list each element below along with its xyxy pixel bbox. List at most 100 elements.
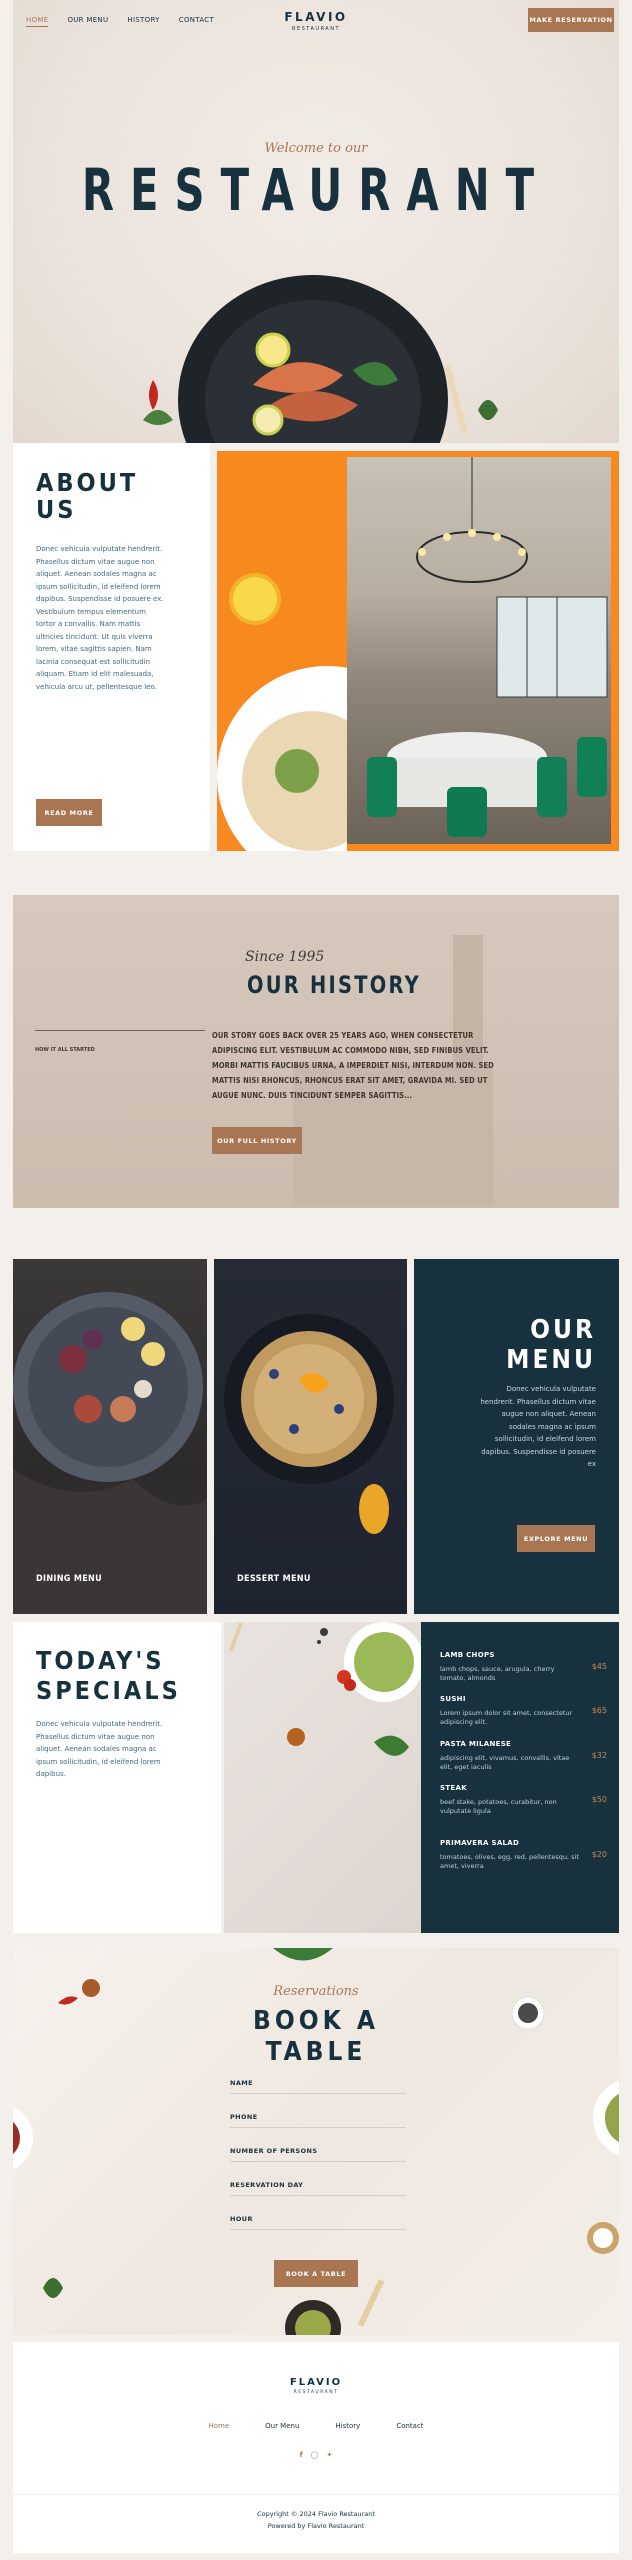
green-chair bbox=[367, 757, 397, 817]
about-title-line-2: US bbox=[36, 495, 77, 524]
interior-illustration bbox=[367, 457, 608, 837]
special-item-name: PRIMAVERA SALAD bbox=[440, 1839, 520, 1847]
hour-field[interactable]: HOUR bbox=[230, 2196, 406, 2230]
reservation-title-line-1: BOOK A bbox=[253, 2006, 379, 2036]
specials-text: Donec vehicula vulputate hendrerit. Phas… bbox=[36, 1720, 163, 1778]
special-item-price: $45 bbox=[591, 1662, 607, 1671]
twitter-icon[interactable]: ✦ bbox=[327, 2451, 333, 2459]
fruit-platter-illustration bbox=[13, 1292, 207, 1614]
about-section: ABOUT US Donec vehicula vulputate hendre… bbox=[13, 443, 619, 851]
footer: FLAVIO RESTAURANT Home Our Menu History … bbox=[13, 2342, 619, 2553]
special-item-price: $65 bbox=[591, 1706, 607, 1715]
dessert-menu-label: DESSERT MENU bbox=[237, 1574, 311, 1584]
footer-link-contact[interactable]: Contact bbox=[396, 2422, 423, 2430]
specials-text-panel: TODAY'S SPECIALS Donec vehicula vulputat… bbox=[13, 1622, 221, 1933]
chandelier bbox=[416, 531, 528, 583]
specials-title-line-1: TODAY'S bbox=[36, 1646, 165, 1675]
copyright: Copyright © 2024 Flavio Restaurant bbox=[257, 2510, 375, 2518]
special-item: PASTA MILANESE adipiscing elit, vivamus,… bbox=[440, 1740, 619, 1784]
lemon-half bbox=[229, 573, 281, 625]
footer-divider bbox=[13, 2494, 619, 2495]
specials-menu-list: LAMB CHOPS lamb chops, sauce, arugula, c… bbox=[421, 1622, 619, 1933]
footer-link-home[interactable]: Home bbox=[208, 2422, 229, 2430]
our-menu-panel: OUR MENU Donec vehicula vulputate hendre… bbox=[414, 1259, 619, 1614]
social-links: f ◯ ✦ bbox=[13, 2451, 619, 2459]
lemon-slice-2 bbox=[252, 404, 284, 436]
footer-links: Home Our Menu History Contact bbox=[13, 2422, 619, 2430]
herb-top bbox=[273, 1948, 333, 1961]
history-title: OUR HISTORY bbox=[247, 971, 421, 999]
footer-link-our-menu[interactable]: Our Menu bbox=[265, 2422, 299, 2430]
our-full-history-button[interactable]: OUR FULL HISTORY bbox=[212, 1127, 302, 1154]
restaurant-interior-photo bbox=[347, 457, 611, 844]
dessert-menu-card[interactable]: DESSERT MENU bbox=[214, 1259, 407, 1614]
special-item-price: $20 bbox=[591, 1850, 607, 1859]
special-item-desc: tomatoes, olives, egg, red, pellentesqu,… bbox=[440, 1853, 579, 1870]
our-menu-title-line-1: OUR bbox=[530, 1315, 596, 1345]
name-field[interactable]: NAME bbox=[230, 2060, 406, 2094]
specials-ingredients-illustration bbox=[228, 1622, 421, 1756]
our-menu-text: Donec vehicula vulputate hendrerit. Phas… bbox=[480, 1385, 596, 1468]
pancake-skillet-illustration bbox=[224, 1314, 394, 1534]
dining-menu-card[interactable]: DINING MENU bbox=[13, 1259, 207, 1614]
herbs-on-food bbox=[275, 749, 319, 793]
special-item-desc: beef stake, potatoes, curabitur, non vul… bbox=[440, 1798, 557, 1815]
reservation-script: Reservations bbox=[273, 1984, 359, 1999]
phone-field[interactable]: PHONE bbox=[230, 2094, 406, 2128]
explore-menu-button[interactable]: EXPLORE MENU bbox=[517, 1525, 595, 1552]
read-more-button[interactable]: READ MORE bbox=[36, 799, 102, 826]
history-side-label: HOW IT ALL STARTED bbox=[35, 1047, 95, 1053]
special-item-price: $32 bbox=[591, 1751, 607, 1760]
footer-logo[interactable]: FLAVIO RESTAURANT bbox=[13, 2377, 619, 2395]
green-chair bbox=[577, 737, 607, 797]
footer-logo-subtext: RESTAURANT bbox=[293, 2390, 339, 2395]
menu-section: DINING MENU DESSERT MENU OUR MENU Donec … bbox=[13, 1259, 619, 1614]
reservation-form: NAME PHONE NUMBER OF PERSONS RESERVATION… bbox=[230, 2060, 406, 2230]
special-item-name: PASTA MILANESE bbox=[440, 1740, 512, 1748]
our-menu-title-line-2: MENU bbox=[506, 1345, 596, 1375]
specials-food-image bbox=[224, 1622, 421, 1933]
special-item-name: LAMB CHOPS bbox=[440, 1651, 495, 1659]
hero-section: HOME OUR MENU HISTORY CONTACT FLAVIO RES… bbox=[13, 0, 619, 443]
persons-field[interactable]: NUMBER OF PERSONS bbox=[230, 2128, 406, 2162]
about-text: Donec vehicula vulputate hendrerit. Phas… bbox=[36, 545, 164, 691]
special-item-desc: adipiscing elit, vivamus, convallis, vit… bbox=[440, 1754, 570, 1771]
hero-welcome: Welcome to our bbox=[264, 141, 368, 156]
herb-sprig bbox=[143, 410, 173, 425]
special-item-name: STEAK bbox=[440, 1784, 467, 1792]
hero-plate-illustration bbox=[143, 275, 498, 443]
special-item: SUSHI Lorem ipsum dolor sit amet, consec… bbox=[440, 1695, 619, 1740]
about-title-line-1: ABOUT bbox=[36, 468, 139, 497]
history-divider bbox=[35, 1030, 205, 1031]
powered-by: Powered by Flavio Restaurant bbox=[267, 2522, 365, 2530]
reservation-section: Reservations BOOK A TABLE NAME PHONE NUM… bbox=[13, 1948, 619, 2335]
special-item-desc: lamb chops, sauce, arugula, cherry tomat… bbox=[440, 1665, 555, 1682]
make-reservation-button[interactable]: MAKE RESERVATION bbox=[528, 8, 614, 32]
citrus-food-image bbox=[217, 573, 347, 851]
special-item-price: $50 bbox=[591, 1795, 607, 1804]
special-item: LAMB CHOPS lamb chops, sauce, arugula, c… bbox=[440, 1651, 619, 1695]
about-image-panel bbox=[217, 451, 619, 851]
history-text: OUR STORY GOES BACK OVER 25 YEARS AGO, W… bbox=[212, 1031, 494, 1100]
special-item-name: SUSHI bbox=[440, 1695, 466, 1703]
special-item-desc: Lorem ipsum dolor sit amet, consectetur … bbox=[440, 1709, 573, 1726]
instagram-icon[interactable]: ◯ bbox=[311, 2451, 319, 2459]
reservation-day-field[interactable]: RESERVATION DAY bbox=[230, 2162, 406, 2196]
footer-logo-text: FLAVIO bbox=[289, 2377, 343, 2388]
special-item: PRIMAVERA SALAD tomatoes, olives, egg, r… bbox=[440, 1839, 619, 1879]
history-section: Since 1995 OUR HISTORY HOW IT ALL STARTE… bbox=[13, 895, 619, 1208]
specials-title-line-2: SPECIALS bbox=[36, 1676, 181, 1705]
specials-section: TODAY'S SPECIALS Donec vehicula vulputat… bbox=[13, 1622, 619, 1933]
window bbox=[496, 596, 608, 698]
facebook-icon[interactable]: f bbox=[300, 2451, 303, 2459]
about-text-panel: ABOUT US Donec vehicula vulputate hendre… bbox=[13, 443, 210, 851]
dining-menu-label: DINING MENU bbox=[36, 1574, 103, 1584]
green-chair bbox=[537, 757, 567, 817]
lemon-slice bbox=[255, 332, 291, 368]
footer-link-history[interactable]: History bbox=[335, 2422, 360, 2430]
parsley bbox=[374, 1735, 409, 1756]
history-since: Since 1995 bbox=[245, 949, 325, 965]
herb-leaf-right bbox=[478, 400, 498, 420]
green-chair bbox=[447, 787, 487, 837]
book-a-table-button[interactable]: BOOK A TABLE bbox=[274, 2260, 358, 2287]
